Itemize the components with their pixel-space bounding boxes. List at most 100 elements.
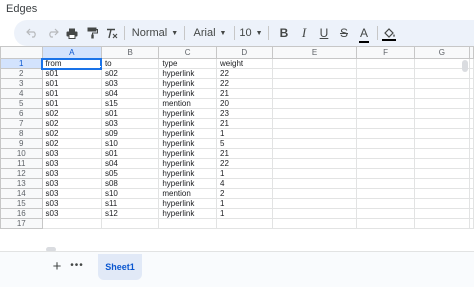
cell[interactable] [271,198,358,209]
cell[interactable] [469,138,474,149]
cell[interactable]: s15 [100,98,160,109]
cell[interactable] [356,68,415,79]
cell[interactable] [271,68,358,79]
cell[interactable]: 21 [216,148,273,159]
cell[interactable] [356,158,415,169]
column-header-d[interactable]: D [216,46,273,59]
cell[interactable] [271,118,358,129]
active-cell[interactable]: from [41,57,103,70]
cell[interactable] [413,168,471,179]
font-size-select[interactable]: 10 ▼ [236,20,266,46]
cell[interactable] [271,158,358,169]
all-sheets-icon[interactable]: ••• [70,260,84,274]
cell[interactable]: hyperlink [158,148,217,159]
cell[interactable] [271,58,358,69]
cell[interactable]: hyperlink [158,128,217,139]
cell[interactable]: s04 [100,88,160,99]
cell[interactable] [356,198,415,209]
cell[interactable]: 1 [216,128,273,139]
cell[interactable]: 23 [216,108,273,119]
column-header-g[interactable]: G [413,46,471,59]
cell[interactable]: 4 [216,178,273,189]
cell[interactable] [469,178,474,189]
cell[interactable]: s10 [100,138,160,149]
cell[interactable] [271,108,358,119]
cell[interactable]: s05 [100,168,160,179]
cell[interactable] [469,128,474,139]
font-family-select[interactable]: Arial ▼ [188,20,232,46]
row-header[interactable]: 16 [0,208,43,219]
cell[interactable] [413,198,471,209]
cell[interactable]: 1 [216,208,273,219]
cell[interactable] [356,118,415,129]
cell[interactable]: s01 [100,148,160,159]
cell[interactable] [271,218,358,229]
cell[interactable]: 22 [216,68,273,79]
document-title[interactable]: Edges [6,3,37,15]
cell[interactable]: mention [158,188,217,199]
row-header[interactable]: 9 [0,138,43,149]
cell[interactable]: hyperlink [158,208,217,219]
cell[interactable] [469,188,474,199]
cell[interactable] [271,148,358,159]
column-header-f[interactable]: F [356,46,415,59]
cell[interactable] [216,218,273,229]
row-header[interactable]: 3 [0,78,43,89]
cell[interactable]: s01 [41,68,102,79]
cell[interactable]: type [158,58,217,69]
cell[interactable] [356,178,415,189]
cell[interactable] [100,218,160,229]
cell[interactable] [469,148,474,159]
bold-button[interactable]: B [276,20,292,46]
row-header[interactable]: 10 [0,148,43,159]
cell[interactable] [356,218,415,229]
cell[interactable]: s03 [41,188,102,199]
cell[interactable]: s03 [41,168,102,179]
cell[interactable] [271,208,358,219]
cell[interactable]: s08 [100,178,160,189]
text-color-button[interactable]: A [355,20,373,46]
cell[interactable]: 2 [216,188,273,199]
cell[interactable]: s01 [41,88,102,99]
strikethrough-button[interactable]: S [336,20,352,46]
sheet-tab[interactable]: Sheet1 [98,254,142,280]
cell[interactable]: 22 [216,158,273,169]
row-header[interactable]: 17 [0,218,43,229]
cell[interactable]: hyperlink [158,88,217,99]
underline-button[interactable]: U [316,20,332,46]
cell[interactable] [413,108,471,119]
select-all-corner[interactable] [0,46,43,59]
text-style-select[interactable]: Normal ▼ [128,20,182,46]
row-header[interactable]: 15 [0,198,43,209]
cell[interactable] [469,158,474,169]
cell[interactable]: 1 [216,198,273,209]
redo-icon[interactable] [44,20,60,46]
cell[interactable] [469,198,474,209]
cell[interactable]: s01 [100,108,160,119]
cell[interactable] [469,78,474,89]
cell[interactable] [469,118,474,129]
cell[interactable] [356,88,415,99]
cell[interactable] [413,88,471,99]
cell[interactable]: hyperlink [158,108,217,119]
cell[interactable]: s02 [41,128,102,139]
cell[interactable]: s02 [100,68,160,79]
cell[interactable] [469,88,474,99]
print-icon[interactable] [64,20,80,46]
cell[interactable]: s02 [41,108,102,119]
cell[interactable]: s03 [100,118,160,129]
row-header[interactable]: 7 [0,118,43,129]
add-sheet-icon[interactable]: + [50,259,64,274]
cell[interactable]: hyperlink [158,138,217,149]
italic-button[interactable]: I [296,20,312,46]
cell[interactable] [413,118,471,129]
cell[interactable]: 22 [216,78,273,89]
cell[interactable]: s11 [100,198,160,209]
cell[interactable] [469,218,474,229]
row-header[interactable]: 14 [0,188,43,199]
cell[interactable] [356,138,415,149]
undo-icon[interactable] [24,20,40,46]
cell[interactable]: s03 [41,198,102,209]
fill-color-icon[interactable] [380,20,398,46]
cell[interactable]: 5 [216,138,273,149]
